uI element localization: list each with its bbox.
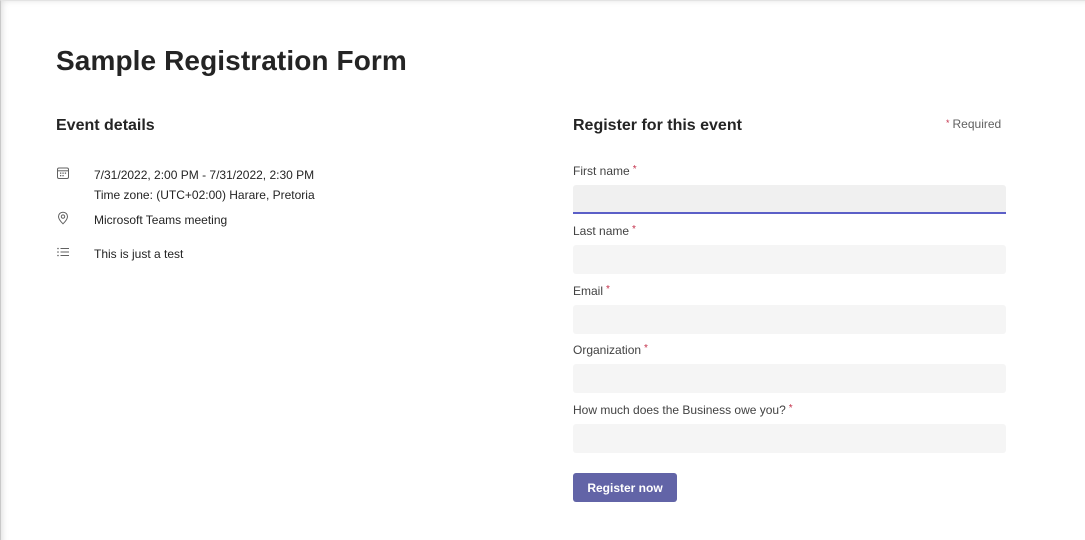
organization-input[interactable] — [573, 364, 1006, 393]
business-owe-label-text: How much does the Business owe you? — [573, 403, 786, 417]
first-name-label-text: First name — [573, 164, 630, 178]
event-date-range: 7/31/2022, 2:00 PM - 7/31/2022, 2:30 PM — [94, 168, 315, 182]
location-pin-icon — [57, 211, 69, 225]
event-details-heading: Event details — [56, 117, 155, 134]
event-time-zone: Time zone: (UTC+02:00) Harare, Pretoria — [94, 188, 315, 202]
event-date-row: 7/31/2022, 2:00 PM - 7/31/2022, 2:30 PM … — [56, 165, 315, 205]
email-label: Email * — [573, 284, 610, 298]
last-name-input[interactable] — [573, 245, 1006, 274]
organization-label: Organization * — [573, 343, 648, 357]
page-title: Sample Registration Form — [56, 45, 407, 76]
business-owe-input[interactable] — [573, 424, 1006, 453]
event-location: Microsoft Teams meeting — [94, 213, 228, 227]
register-now-button[interactable]: Register now — [573, 473, 677, 502]
event-description: This is just a test — [94, 247, 184, 261]
required-star: * — [644, 343, 648, 354]
first-name-input[interactable] — [573, 185, 1006, 214]
organization-label-text: Organization — [573, 343, 642, 357]
email-label-text: Email — [573, 284, 604, 298]
first-name-label: First name * — [573, 164, 637, 178]
calendar-icon — [57, 167, 69, 179]
required-note-text: Required — [952, 117, 1002, 131]
event-date-text: 7/31/2022, 2:00 PM - 7/31/2022, 2:30 PM … — [94, 165, 315, 205]
bulleted-list-icon — [57, 247, 69, 257]
required-star: * — [632, 224, 636, 235]
business-owe-label: How much does the Business owe you? * — [573, 403, 793, 417]
register-heading: Register for this event — [573, 117, 742, 134]
last-name-label-text: Last name — [573, 224, 630, 238]
event-description-row: This is just a test — [56, 244, 183, 264]
last-name-label: Last name * — [573, 224, 636, 238]
event-location-row: Microsoft Teams meeting — [56, 210, 227, 230]
required-star: * — [788, 403, 793, 414]
form-page: Sample Registration Form Event details 7… — [0, 0, 1085, 540]
required-note-star: * — [946, 118, 950, 128]
required-star: * — [632, 164, 637, 175]
required-note: * Required — [946, 117, 1001, 131]
required-star: * — [606, 284, 610, 295]
email-input[interactable] — [573, 305, 1006, 334]
